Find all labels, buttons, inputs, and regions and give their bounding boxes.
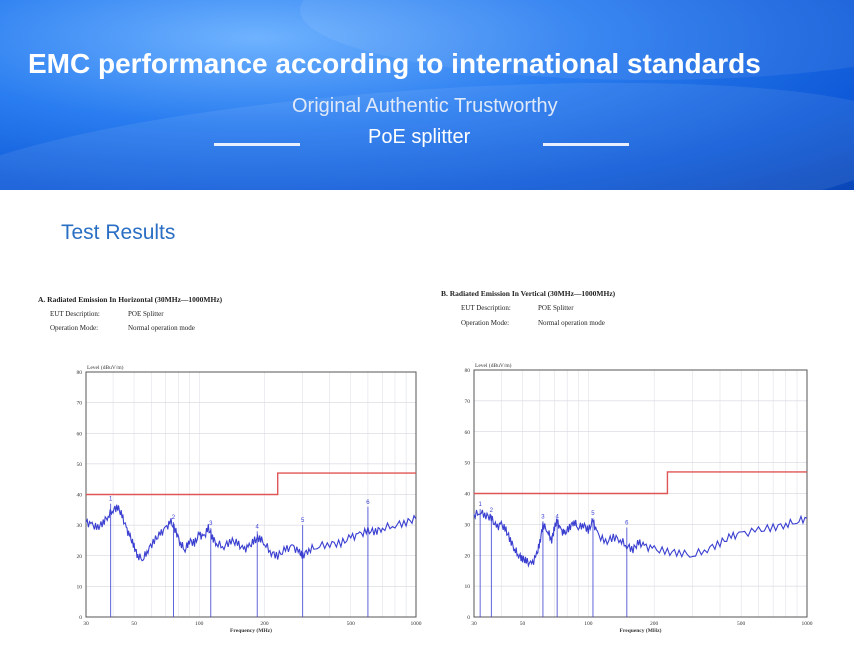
x-tick-label: 30 bbox=[471, 621, 477, 627]
y-axis-label: Level (dBuV/m) bbox=[87, 364, 124, 371]
limit-line bbox=[86, 472, 416, 496]
x-tick-label: 500 bbox=[737, 621, 746, 627]
x-tick-label: 1000 bbox=[802, 621, 813, 627]
y-axis-label: Level (dBuV/m) bbox=[475, 362, 512, 369]
peak-marker-number: 3 bbox=[209, 521, 213, 527]
y-tick-label: 30 bbox=[77, 523, 83, 529]
y-tick-label: 80 bbox=[465, 368, 471, 374]
peak-marker-number: 2 bbox=[172, 515, 176, 521]
peak-marker-number: 1 bbox=[109, 497, 113, 503]
y-tick-label: 0 bbox=[79, 615, 82, 621]
y-tick-label: 0 bbox=[467, 615, 470, 621]
x-tick-label: 500 bbox=[347, 621, 356, 627]
emission-chart-vertical: 0 10 20 30 40 50 60 70 80 30 50 100 200 500 1000 Level … bbox=[465, 362, 813, 634]
peak-marker-number: 5 bbox=[301, 518, 305, 524]
y-tick-label: 80 bbox=[77, 370, 83, 376]
peak-marker-number: 1 bbox=[478, 502, 482, 508]
y-tick-label: 40 bbox=[465, 492, 471, 498]
y-tick-label: 70 bbox=[77, 401, 83, 407]
limit-line bbox=[474, 471, 807, 495]
emission-chart-horizontal: 0 10 20 30 40 50 60 70 80 30 50 100 200 500 1000 Level … bbox=[77, 364, 422, 634]
y-tick-label: 30 bbox=[465, 522, 471, 528]
y-tick-label: 40 bbox=[77, 493, 83, 499]
peak-marker-number: 4 bbox=[555, 514, 559, 520]
y-tick-label: 50 bbox=[465, 461, 471, 467]
peak-marker-number: 6 bbox=[625, 520, 629, 526]
header-banner: EMC performance according to internation… bbox=[0, 0, 854, 190]
x-axis-label: Frequency (MHz) bbox=[620, 627, 662, 634]
x-tick-label: 100 bbox=[195, 621, 204, 627]
y-tick-label: 60 bbox=[465, 430, 471, 436]
chart-panel-horizontal: A. Radiated Emission In Horizontal (30MH… bbox=[38, 295, 428, 640]
banner-subtitle: Original Authentic Trustworthy bbox=[292, 95, 558, 117]
peak-marker-number: 6 bbox=[366, 500, 370, 506]
chart-panel-vertical: B. Radiated Emission In Vertical (30MHz—… bbox=[441, 289, 831, 639]
emission-trace bbox=[85, 504, 417, 562]
y-tick-label: 50 bbox=[77, 462, 83, 468]
banner-rule-left bbox=[214, 143, 300, 146]
y-tick-label: 20 bbox=[77, 554, 83, 560]
y-tick-label: 60 bbox=[77, 431, 83, 437]
x-axis-label: Frequency (MHz) bbox=[230, 627, 272, 634]
x-tick-label: 50 bbox=[520, 621, 526, 627]
y-tick-label: 20 bbox=[465, 553, 471, 559]
banner-title: EMC performance according to internation… bbox=[28, 48, 761, 79]
banner-rule-right bbox=[543, 143, 629, 146]
y-tick-label: 10 bbox=[77, 584, 83, 590]
x-tick-label: 200 bbox=[260, 621, 269, 627]
peak-marker-number: 5 bbox=[591, 511, 595, 517]
section-title: Test Results bbox=[61, 221, 176, 244]
peak-marker-number: 3 bbox=[541, 514, 545, 520]
y-tick-label: 10 bbox=[465, 584, 471, 590]
x-tick-label: 30 bbox=[83, 621, 89, 627]
x-tick-label: 1000 bbox=[411, 621, 422, 627]
banner-product-name: PoE splitter bbox=[368, 126, 471, 148]
y-tick-label: 70 bbox=[465, 399, 471, 405]
x-tick-label: 50 bbox=[131, 621, 137, 627]
peak-marker-number: 2 bbox=[490, 508, 494, 514]
emission-trace bbox=[473, 509, 808, 568]
x-tick-label: 200 bbox=[650, 621, 659, 627]
x-tick-label: 100 bbox=[584, 621, 593, 627]
